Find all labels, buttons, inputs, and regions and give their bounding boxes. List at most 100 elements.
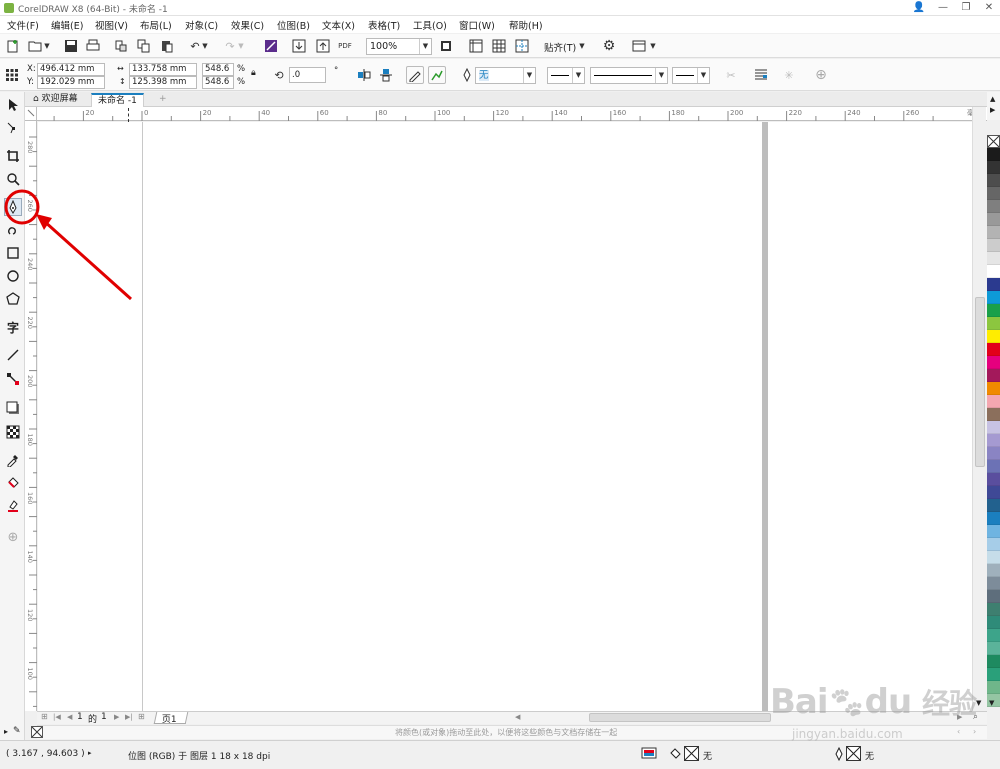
object-origin-icon[interactable] [5,68,19,82]
palette-swatch[interactable] [987,239,1000,252]
gear-icon[interactable]: ⚙ [600,37,618,55]
connector-tool-icon[interactable] [4,370,22,388]
last-page-icon[interactable]: ▶| [125,713,133,721]
scale-y-input[interactable]: 548.6 [202,76,234,89]
palette-swatch[interactable] [987,577,1000,590]
next-page-icon[interactable]: ▶ [114,713,119,721]
scroll-down-icon[interactable]: ▼ [976,699,981,707]
menu-window[interactable]: 窗口(W) [459,18,495,32]
palette-swatch[interactable] [987,330,1000,343]
mirror-vertical-icon[interactable] [377,66,395,84]
ellipse-tool-icon[interactable] [4,267,22,285]
menu-layout[interactable]: 布局(L) [140,18,172,32]
palette-swatch[interactable] [987,616,1000,629]
palette-swatch[interactable] [987,629,1000,642]
palette-swatch[interactable] [987,395,1000,408]
palette-swatch[interactable] [987,421,1000,434]
palette-swatch[interactable] [987,408,1000,421]
status-flyout-icon[interactable]: ▸ [88,749,92,757]
palette-swatch[interactable] [987,590,1000,603]
color-proofing-icon[interactable] [641,747,657,761]
text-tool-icon[interactable]: 字 [4,318,22,336]
palette-swatch[interactable] [987,473,1000,486]
horizontal-scrollbar-thumb[interactable] [589,713,771,722]
redo-dropdown-icon[interactable]: ▼ [236,37,246,55]
full-screen-icon[interactable] [437,37,455,55]
palette-swatch[interactable] [987,681,1000,694]
palette-swatch[interactable] [987,551,1000,564]
fill-swatch[interactable] [684,746,699,761]
palette-scroll-up-icon[interactable]: ▲ [990,95,995,103]
tab-document[interactable]: 未命名 -1 [91,93,144,107]
undo-dropdown-icon[interactable]: ▼ [200,37,210,55]
palette-swatch[interactable] [987,356,1000,369]
snap-to-menu[interactable]: 贴齐(T) [544,40,576,54]
wrap-text-icon[interactable] [752,66,770,84]
scrollbar-thumb[interactable] [975,297,985,467]
horizontal-ruler[interactable]: 20020406080100120140160180200220240260 毫… [37,107,987,121]
start-arrowhead-select[interactable]: ▼ [547,67,585,84]
palette-swatch[interactable] [987,252,1000,265]
palette-swatch[interactable] [987,278,1000,291]
show-rulers-icon[interactable] [467,37,485,55]
polygon-tool-icon[interactable] [4,290,22,308]
import-icon[interactable] [290,37,308,55]
palette-swatch[interactable] [987,499,1000,512]
rotation-input[interactable]: .0 [289,67,326,83]
end-arrowhead-select[interactable]: ▼ [672,67,710,84]
menu-table[interactable]: 表格(T) [368,18,400,32]
outline-width-select[interactable]: 无 ▼ [475,67,536,84]
outline-swatch[interactable] [846,746,861,761]
document-no-color-swatch[interactable] [31,726,43,738]
line-style-select[interactable]: ▼ [590,67,668,84]
palette-swatch[interactable] [987,434,1000,447]
scale-x-input[interactable]: 548.6 [202,63,234,76]
palette-swatch[interactable] [987,486,1000,499]
docpal-scroll-right-icon[interactable]: › [973,727,976,736]
add-page-after-icon[interactable]: ⊞ [138,712,145,721]
palette-swatch[interactable] [987,317,1000,330]
menu-help[interactable]: 帮助(H) [509,18,543,32]
export-icon[interactable] [314,37,332,55]
trim-icon[interactable]: ✂ [722,66,740,84]
menu-tools[interactable]: 工具(O) [413,18,447,32]
pick-tool-icon[interactable] [4,96,22,114]
palette-swatch[interactable] [987,148,1000,161]
rectangle-tool-icon[interactable] [4,244,22,262]
prev-page-icon[interactable]: ◀ [67,713,72,721]
lock-ratio-icon[interactable]: 🔒︎ [251,68,256,78]
vertical-scrollbar[interactable]: ▼ [972,107,986,711]
palette-swatch[interactable] [987,161,1000,174]
account-icon[interactable]: 👤 [908,1,930,15]
smart-fill-tool-icon[interactable] [4,497,22,515]
add-tab-button[interactable]: + [153,93,173,107]
quick-customize-icon[interactable]: ✳ [780,66,798,84]
mirror-horizontal-icon[interactable] [355,66,373,84]
show-guidelines-icon[interactable] [513,37,531,55]
show-grid-icon[interactable] [490,37,508,55]
palette-swatch[interactable] [987,668,1000,681]
menu-edit[interactable]: 编辑(E) [51,18,83,32]
add-tool-icon[interactable]: ⊕ [4,528,22,546]
palette-flyout-icon[interactable]: ▶ [990,106,995,114]
palette-swatch[interactable] [987,304,1000,317]
minimize-button[interactable]: — [932,1,954,15]
palette-swatch[interactable] [987,655,1000,668]
menu-text[interactable]: 文本(X) [322,18,355,32]
eyedropper-icon[interactable]: ✎ [13,726,21,736]
menu-bitmap[interactable]: 位图(B) [277,18,310,32]
document-palette-flyout-icon[interactable]: ▸ [4,727,8,736]
zoom-tool-icon[interactable] [4,170,22,188]
close-button[interactable]: ✕ [978,1,1000,15]
open-dropdown-icon[interactable]: ▼ [42,37,52,55]
palette-swatch[interactable] [987,525,1000,538]
palette-swatch[interactable] [987,187,1000,200]
menu-object[interactable]: 对象(C) [185,18,218,32]
interactive-fill-tool-icon[interactable] [4,474,22,492]
vertical-ruler[interactable]: 280 260 240 220 200 180 160 140 120 100 [25,121,37,711]
palette-swatch[interactable] [987,447,1000,460]
palette-swatch[interactable] [987,265,1000,278]
palette-swatch[interactable] [987,564,1000,577]
snap-dropdown-icon[interactable]: ▼ [577,37,587,55]
menu-file[interactable]: 文件(F) [7,18,39,32]
